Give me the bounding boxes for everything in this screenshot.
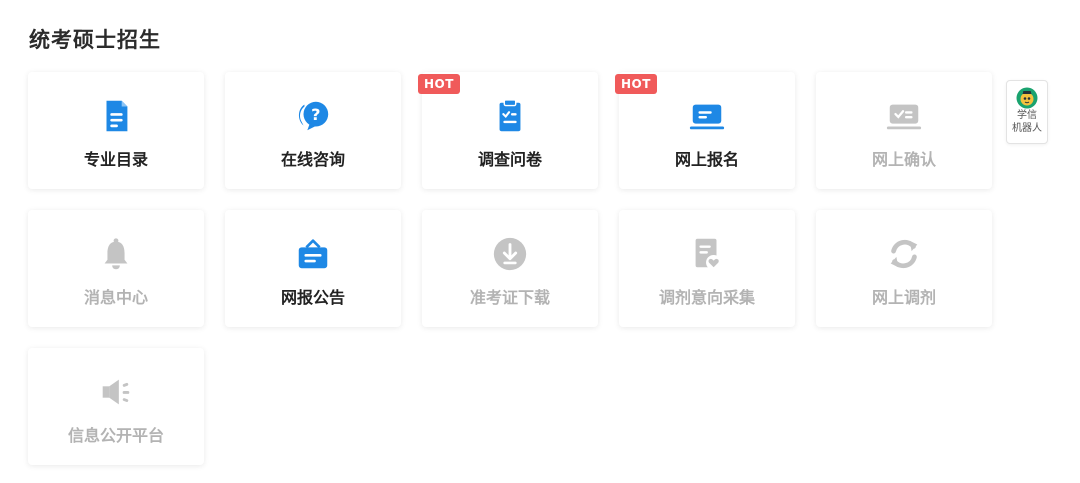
card-label: 网上报名	[674, 150, 739, 169]
page: 统考硕士招生 专业目录 ? 在线咨询 HOT 调查问卷 HOT 网上报名 网上确…	[0, 0, 1080, 483]
megaphone-icon	[96, 372, 136, 412]
robot-label-line1: 学信	[1017, 110, 1037, 121]
service-grid: 专业目录 ? 在线咨询 HOT 调查问卷 HOT 网上报名 网上确认 消息中心 …	[28, 72, 992, 465]
hot-badge: HOT	[418, 74, 460, 94]
robot-label-line2: 机器人	[1012, 123, 1042, 134]
hot-badge: HOT	[615, 74, 657, 94]
card-major-catalog[interactable]: 专业目录	[28, 72, 204, 189]
chsi-robot-button[interactable]: 学信 机器人	[1006, 80, 1048, 144]
card-online-consult[interactable]: ? 在线咨询	[225, 72, 401, 189]
card-online-adjustment[interactable]: 网上调剂	[816, 210, 992, 327]
card-announcement[interactable]: 网报公告	[225, 210, 401, 327]
card-online-registration[interactable]: HOT 网上报名	[615, 72, 795, 189]
card-label: 消息中心	[83, 288, 148, 307]
refresh-icon	[884, 234, 924, 274]
announcement-board-icon	[293, 234, 333, 274]
robot-avatar-icon	[1016, 87, 1038, 109]
bell-icon	[96, 234, 136, 274]
card-label: 信息公开平台	[67, 426, 164, 445]
card-adjustment-intent[interactable]: 调剂意向采集	[619, 210, 795, 327]
document-list-icon	[96, 96, 136, 136]
card-online-confirm[interactable]: 网上确认	[816, 72, 992, 189]
question-chat-icon: ?	[293, 96, 333, 136]
card-label: 准考证下载	[469, 288, 550, 307]
download-icon	[490, 234, 530, 274]
card-survey[interactable]: HOT 调查问卷	[418, 72, 598, 189]
card-info-disclosure[interactable]: 信息公开平台	[28, 348, 204, 465]
laptop-icon	[687, 96, 727, 136]
card-label: 网报公告	[280, 288, 345, 307]
card-label: 网上调剂	[871, 288, 936, 307]
svg-text:?: ?	[311, 105, 320, 124]
card-label: 调查问卷	[477, 150, 542, 169]
clipboard-checklist-icon	[490, 96, 530, 136]
laptop-check-icon	[884, 96, 924, 136]
card-label: 专业目录	[83, 150, 148, 169]
card-admission-ticket-download[interactable]: 准考证下载	[422, 210, 598, 327]
section-title: 统考硕士招生	[29, 28, 161, 52]
card-label: 在线咨询	[280, 150, 345, 169]
card-label: 网上确认	[871, 150, 936, 169]
card-message-center[interactable]: 消息中心	[28, 210, 204, 327]
document-heart-icon	[687, 234, 727, 274]
card-label: 调剂意向采集	[658, 288, 755, 307]
